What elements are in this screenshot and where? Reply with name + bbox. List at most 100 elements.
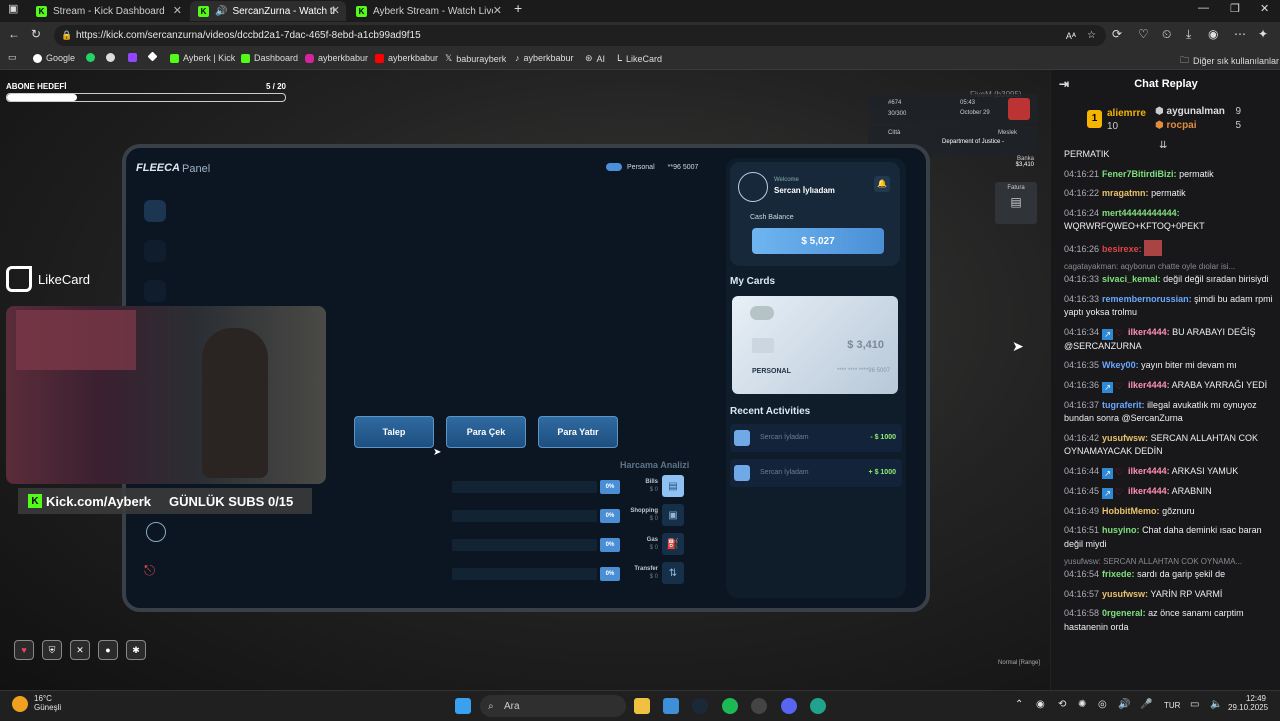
maximize-button[interactable]: ❐ (1230, 2, 1240, 15)
steam-tray-icon[interactable]: ◎ (1098, 699, 1107, 710)
chat-username[interactable]: mert44444444444: (1102, 208, 1180, 218)
extensions-icon[interactable]: ⟳ (1112, 27, 1122, 41)
chat-username[interactable]: ilker4444: (1128, 466, 1170, 476)
browser-essentials-icon[interactable]: ♡ (1138, 27, 1149, 41)
chat-username[interactable]: HobbitMemo: (1102, 506, 1160, 516)
speaker-icon[interactable]: 🔊 (215, 6, 227, 17)
volume-icon[interactable]: 🔊 (1118, 699, 1130, 710)
clock[interactable]: 12:49 29.10.2025 (1228, 694, 1268, 712)
para-cek-button[interactable]: Para Çek (446, 416, 526, 448)
bookmark-likecard[interactable]: ᒪ LikeCard (617, 53, 662, 64)
chat-username[interactable]: sivaci_kemal: (1102, 274, 1161, 284)
chat-username[interactable]: yusufwsw: (1102, 589, 1148, 599)
more-icon[interactable]: ⋯ (1234, 27, 1246, 41)
collapse-chat-icon[interactable]: ⇥ (1059, 77, 1069, 91)
discord-icon[interactable] (781, 698, 797, 714)
transfer-icon[interactable] (144, 240, 166, 262)
photos-icon[interactable] (663, 698, 679, 714)
chat-username[interactable]: husyino: (1102, 525, 1140, 535)
bell-icon[interactable]: 🔔 (874, 176, 890, 192)
file-explorer-icon[interactable] (634, 698, 650, 714)
chat-username[interactable]: Fener7BitirdiBizi: (1102, 169, 1177, 179)
close-icon[interactable]: ✕ (331, 4, 340, 17)
profile-icon[interactable]: ◉ (1208, 27, 1218, 41)
monitor-icon[interactable]: ▭ (1190, 699, 1199, 710)
bookmark-youtube[interactable]: ayberkbabur (375, 53, 438, 63)
favorites-icon[interactable]: ▭ (8, 52, 17, 63)
new-tab-button[interactable]: + (514, 0, 522, 16)
edge-icon[interactable] (810, 698, 826, 714)
downloads-icon[interactable]: ⤓ (1186, 27, 1191, 42)
chat-username[interactable]: Wkey00: (1102, 360, 1139, 370)
account-toggle[interactable]: Personal **96 5007 (606, 163, 698, 171)
chat-username[interactable]: ilker4444: (1128, 486, 1170, 496)
copilot-icon[interactable]: ✦ (1258, 27, 1268, 41)
heart-badge-icon: ♡ (1115, 486, 1124, 497)
obs-icon[interactable] (751, 698, 767, 714)
bookmark-tiktok[interactable]: ♪ ayberkbabur (515, 53, 574, 63)
chat-username[interactable]: yusufwsw: (1102, 433, 1148, 443)
tray-icon[interactable]: ✺ (1078, 699, 1086, 710)
close-window-button[interactable]: ✕ (1260, 2, 1269, 15)
close-icon[interactable]: ✕ (173, 4, 182, 17)
bank-card[interactable]: $ 3,410 PERSONAL **** **** ****96 5007 (732, 296, 898, 394)
read-aloud-icon[interactable]: Aᴬ (1066, 31, 1076, 41)
chat-username[interactable]: frixede: (1102, 569, 1135, 579)
chat-username[interactable]: ilker4444: (1128, 327, 1170, 337)
mic-icon[interactable]: 🎤 (1140, 699, 1152, 710)
clock-date: October 29 (960, 110, 990, 116)
cards-icon[interactable] (144, 280, 166, 302)
tab-title: Ayberk Stream - Watch Live on K (373, 5, 493, 17)
bookmark-chrome[interactable] (106, 53, 115, 62)
bookmark-ayberk-kick[interactable]: Ayberk | Kick (170, 53, 235, 63)
bookmark-diamond[interactable] (147, 51, 158, 62)
steam-icon[interactable] (692, 698, 708, 714)
dashboard-icon[interactable] (144, 200, 166, 222)
bookmark-twitch[interactable] (128, 53, 137, 62)
card-brand-icon (750, 306, 774, 320)
chat-username[interactable]: remembernorussian: (1102, 294, 1192, 304)
tray-icon[interactable]: ⟲ (1058, 699, 1066, 710)
tray-overflow-icon[interactable]: ⌃ (1015, 699, 1023, 710)
para-yatir-button[interactable]: Para Yatır (538, 416, 618, 448)
history-icon[interactable]: ⏲ (1162, 27, 1171, 42)
tab-actions-icon[interactable]: ▣ (8, 2, 18, 15)
other-bookmarks[interactable]: 🗀 Diğer sık kullanılanlar (1180, 53, 1279, 69)
chat-username[interactable]: ilker4444: (1128, 380, 1170, 390)
bookmark-ai[interactable]: ⊛ AI (585, 53, 605, 64)
chat-username[interactable]: besirexe: (1102, 244, 1142, 254)
tab-sercanzurna[interactable]: K 🔊 SercanZurna - Watch the VO ✕ (190, 1, 346, 21)
bookmark-instagram[interactable]: ayberkbabur (305, 53, 368, 63)
taskbar-search[interactable]: ⌕ Ara (480, 695, 626, 717)
address-bar[interactable]: 🔒 https://kick.com/sercanzurna/videos/dc… (54, 25, 1106, 46)
minimize-button[interactable]: — (1198, 2, 1209, 14)
fatura-label: Fatura (1007, 185, 1025, 191)
favorite-star-icon[interactable]: ☆ (1087, 30, 1096, 41)
tab-kick-dashboard[interactable]: K Stream - Kick Dashboard ✕ (28, 1, 188, 21)
chat-username[interactable]: tugraferit: (1102, 400, 1145, 410)
back-icon[interactable]: ← (8, 27, 20, 41)
settings-icon[interactable] (146, 522, 166, 542)
fatura-button[interactable]: Fatura ▤ (995, 182, 1037, 224)
video-player[interactable]: ABONE HEDEFİ 5 / 20 FiveM (b3095) #674 3… (0, 70, 1050, 690)
start-icon[interactable] (455, 698, 471, 714)
toggle-switch[interactable] (606, 163, 622, 171)
tray-icon[interactable]: ◉ (1036, 699, 1045, 710)
close-icon[interactable]: ✕ (493, 4, 502, 17)
speaker-icon[interactable]: 🔈 (1210, 699, 1222, 710)
job-label: Meslek (998, 130, 1018, 136)
reload-icon[interactable]: ↻ (31, 27, 41, 41)
language-indicator[interactable]: TUR (1164, 701, 1180, 710)
chat-username[interactable]: mragatmn: (1102, 188, 1149, 198)
bookmark-whatsapp[interactable] (86, 53, 95, 62)
weather-widget[interactable]: 16°C Güneşli (12, 694, 61, 712)
logout-icon[interactable]: ⎋ (144, 562, 166, 584)
talep-button[interactable]: Talep (354, 416, 434, 448)
bookmark-google[interactable]: Google (33, 53, 75, 63)
card-balance: $ 3,410 (847, 339, 884, 351)
bookmark-dashboard[interactable]: Dashboard (241, 53, 298, 63)
bookmark-x[interactable]: 𝕏baburayberk (445, 53, 506, 64)
chat-username[interactable]: 0rgeneral: (1102, 608, 1146, 618)
tab-ayberk-stream[interactable]: K Ayberk Stream - Watch Live on K ✕ (348, 1, 508, 21)
spotify-icon[interactable] (722, 698, 738, 714)
